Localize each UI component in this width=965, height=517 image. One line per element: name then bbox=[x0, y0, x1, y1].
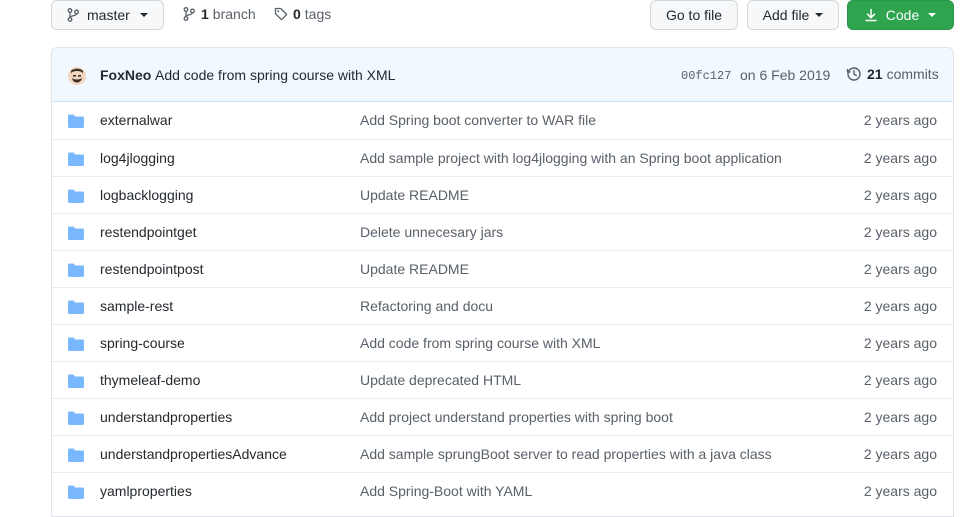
chevron-down-icon bbox=[139, 13, 148, 17]
tag-label: tags bbox=[304, 6, 332, 22]
file-name-link[interactable]: understandproperties bbox=[100, 409, 232, 425]
table-row[interactable]: yamlproperties Add Spring-Boot with YAML 2… bbox=[52, 472, 953, 509]
table-row[interactable]: log4jlogging Add sample project with log4… bbox=[52, 139, 953, 176]
tag-icon bbox=[274, 7, 288, 21]
folder-icon bbox=[68, 411, 84, 428]
commit-age: 2 years ago bbox=[863, 224, 937, 240]
file-name-link[interactable]: logbacklogging bbox=[100, 187, 193, 203]
commit-message-link[interactable]: Delete unnecesary jars bbox=[360, 224, 503, 240]
commit-age: 2 years ago bbox=[863, 483, 937, 499]
commit-age: 2 years ago bbox=[863, 187, 937, 203]
code-button[interactable]: Code bbox=[847, 0, 954, 30]
commit-sha[interactable]: 00fc127 bbox=[681, 69, 731, 83]
commit-count: 21 bbox=[867, 66, 883, 82]
branch-label: branch bbox=[212, 6, 256, 22]
table-row[interactable]: understandpropertiesAdvance Add sample sp… bbox=[52, 435, 953, 472]
code-label: Code bbox=[885, 7, 920, 23]
branches-link[interactable]: 1 branch bbox=[183, 6, 256, 22]
go-to-file-button[interactable]: Go to file bbox=[650, 0, 738, 30]
table-row[interactable]: thymeleaf-demo Update deprecated HTML 2 ye… bbox=[52, 361, 953, 398]
folder-icon bbox=[68, 374, 84, 391]
add-file-button[interactable]: Add file bbox=[747, 0, 839, 30]
folder-icon bbox=[68, 263, 84, 280]
go-to-file-label: Go to file bbox=[665, 7, 723, 23]
commits-link[interactable]: 21 commits bbox=[846, 66, 939, 82]
folder-icon bbox=[68, 152, 84, 169]
file-name-link[interactable]: sample-rest bbox=[100, 298, 173, 314]
branch-selector-button[interactable]: master bbox=[51, 0, 164, 30]
commit-message-link[interactable]: Add sample project with log4jlogging wit… bbox=[360, 150, 782, 166]
commit-age: 2 years ago bbox=[863, 409, 937, 425]
branch-icon bbox=[183, 7, 195, 21]
commit-age: 2 years ago bbox=[863, 335, 937, 351]
folder-icon bbox=[68, 448, 84, 465]
file-name-link[interactable]: restendpointpost bbox=[100, 261, 204, 277]
commit-date: on 6 Feb 2019 bbox=[740, 67, 831, 83]
commit-message-link[interactable]: Update README bbox=[360, 187, 469, 203]
branch-name: master bbox=[87, 7, 130, 23]
file-name-link[interactable]: log4jlogging bbox=[100, 150, 175, 166]
table-row[interactable]: understandproperties Add project understa… bbox=[52, 398, 953, 435]
commit-message-link[interactable]: Add Spring boot converter to WAR file bbox=[360, 112, 596, 128]
commit-age: 2 years ago bbox=[863, 261, 937, 277]
chevron-down-icon bbox=[815, 13, 824, 17]
chevron-down-icon bbox=[928, 13, 937, 17]
commit-message-link[interactable]: Add code from spring course with XML bbox=[360, 335, 600, 351]
table-row[interactable]: spring-course Add code from spring course… bbox=[52, 324, 953, 361]
file-name-link[interactable]: understandpropertiesAdvance bbox=[100, 446, 287, 462]
folder-icon bbox=[68, 337, 84, 354]
commit-age: 2 years ago bbox=[863, 372, 937, 388]
file-name-link[interactable]: restendpointget bbox=[100, 224, 197, 240]
avatar[interactable] bbox=[68, 67, 86, 85]
table-row[interactable]: sample-rest Refactoring and docu 2 years a… bbox=[52, 287, 953, 324]
branch-count: 1 bbox=[201, 6, 209, 22]
file-name-link[interactable]: thymeleaf-demo bbox=[100, 372, 200, 388]
table-row[interactable]: restendpointpost Update README 2 years ago bbox=[52, 250, 953, 287]
commit-message-link[interactable]: Add Spring-Boot with YAML bbox=[360, 483, 532, 499]
commit-message-link[interactable]: Add project understand properties with s… bbox=[360, 409, 673, 425]
commit-message[interactable]: Add code from spring course with XML bbox=[155, 67, 395, 83]
file-name-link[interactable]: yamlproperties bbox=[100, 483, 192, 499]
folder-icon bbox=[68, 226, 84, 243]
branch-icon bbox=[67, 8, 79, 22]
tags-link[interactable]: 0 tags bbox=[274, 6, 331, 22]
file-listing: FoxNeo Add code from spring course with … bbox=[51, 47, 954, 517]
tag-count: 0 bbox=[293, 6, 301, 22]
download-icon bbox=[865, 8, 877, 22]
file-name-link[interactable]: externalwar bbox=[100, 112, 172, 128]
latest-commit-header: FoxNeo Add code from spring course with … bbox=[52, 48, 953, 102]
commit-age: 2 years ago bbox=[863, 298, 937, 314]
table-row[interactable]: logbacklogging Update README 2 years ago bbox=[52, 176, 953, 213]
folder-icon bbox=[68, 189, 84, 206]
commit-author[interactable]: FoxNeo bbox=[100, 67, 151, 83]
commit-age: 2 years ago bbox=[863, 150, 937, 166]
folder-icon bbox=[68, 300, 84, 317]
table-row[interactable]: restendpointget Delete unnecesary jars 2 y… bbox=[52, 213, 953, 250]
commit-message-link[interactable]: Update deprecated HTML bbox=[360, 372, 521, 388]
commit-age: 2 years ago bbox=[863, 112, 937, 128]
history-icon bbox=[846, 66, 862, 82]
commit-message-link[interactable]: Add sample sprungBoot server to read pro… bbox=[360, 446, 772, 462]
file-name-link[interactable]: spring-course bbox=[100, 335, 185, 351]
folder-icon bbox=[68, 114, 84, 131]
folder-icon bbox=[68, 485, 84, 502]
table-row[interactable]: externalwar Add Spring boot converter to … bbox=[52, 102, 953, 139]
commit-label: commits bbox=[886, 66, 939, 82]
commit-message-link[interactable]: Update README bbox=[360, 261, 469, 277]
add-file-label: Add file bbox=[762, 7, 810, 23]
commit-message-link[interactable]: Refactoring and docu bbox=[360, 298, 493, 314]
commit-age: 2 years ago bbox=[863, 446, 937, 462]
